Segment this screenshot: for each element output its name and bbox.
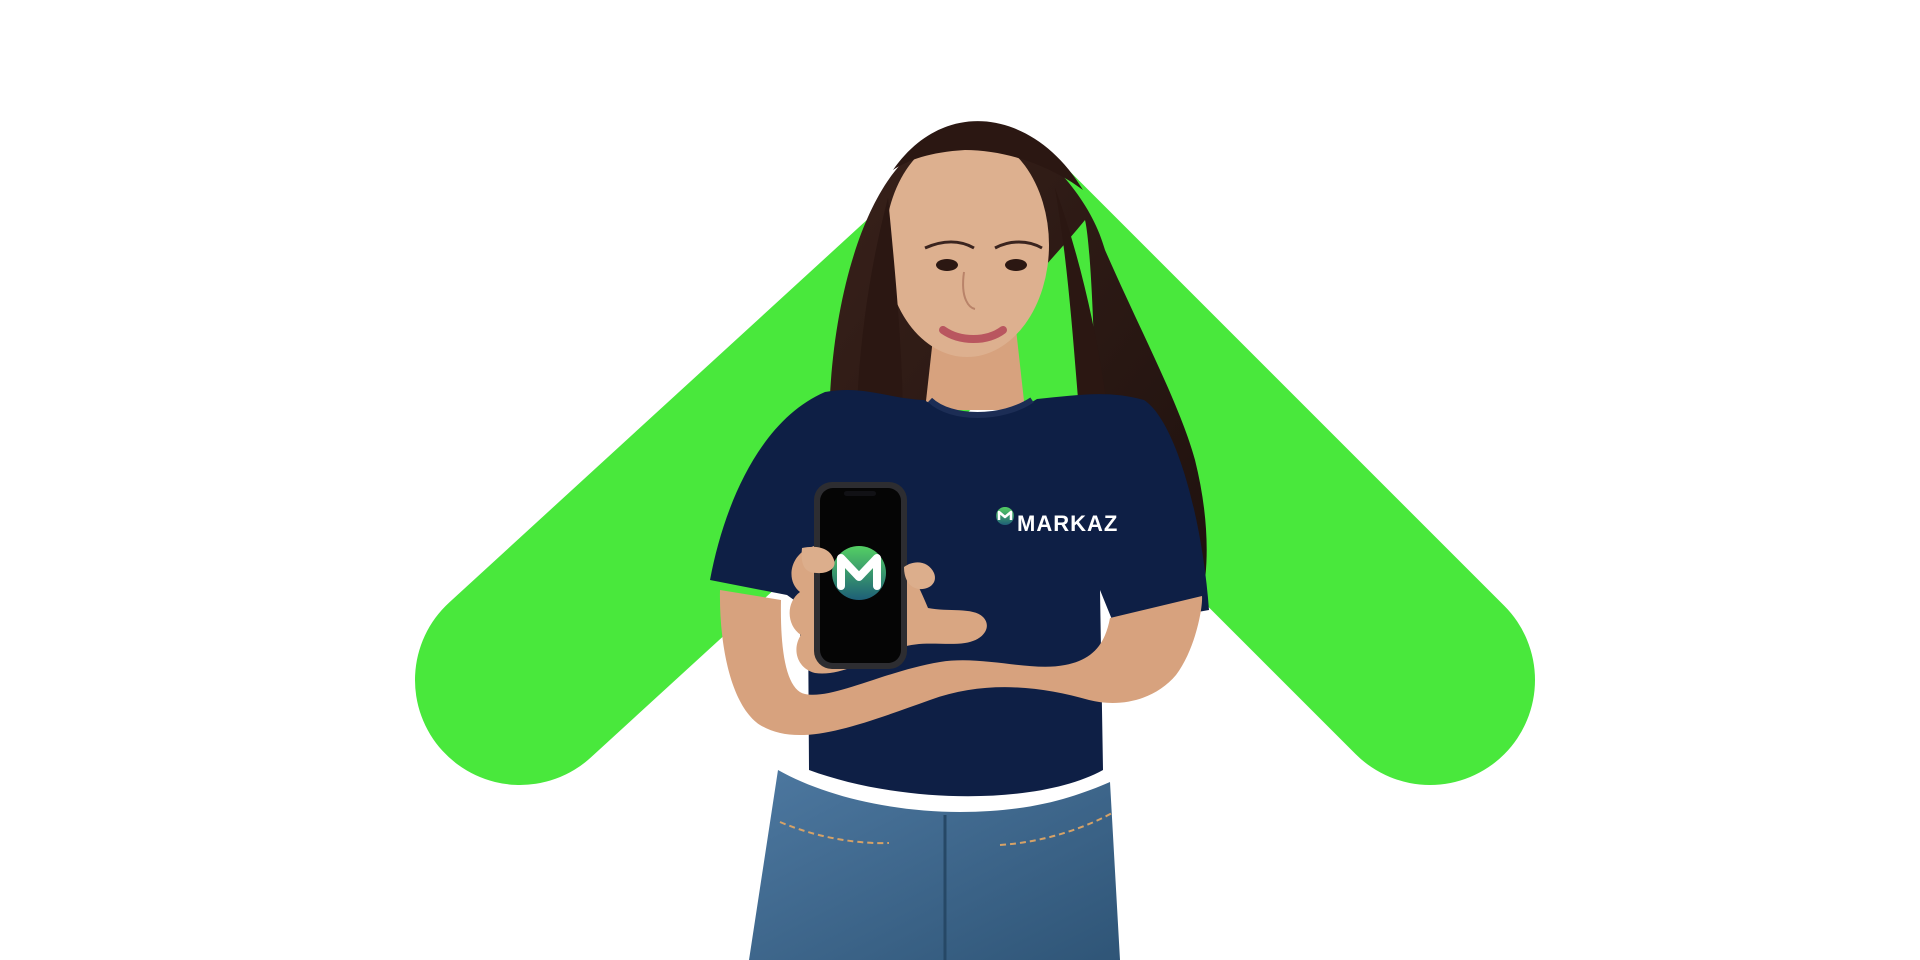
tshirt <box>710 389 1209 797</box>
shirt-brand-text: MARKAZ <box>1017 511 1119 536</box>
hero-illustration <box>415 121 1535 960</box>
right-eye <box>1005 259 1027 271</box>
left-eye <box>936 259 958 271</box>
jeans <box>749 770 1120 960</box>
phone-speaker <box>844 491 876 496</box>
hero-stage: MARKAZ <box>0 0 1920 960</box>
